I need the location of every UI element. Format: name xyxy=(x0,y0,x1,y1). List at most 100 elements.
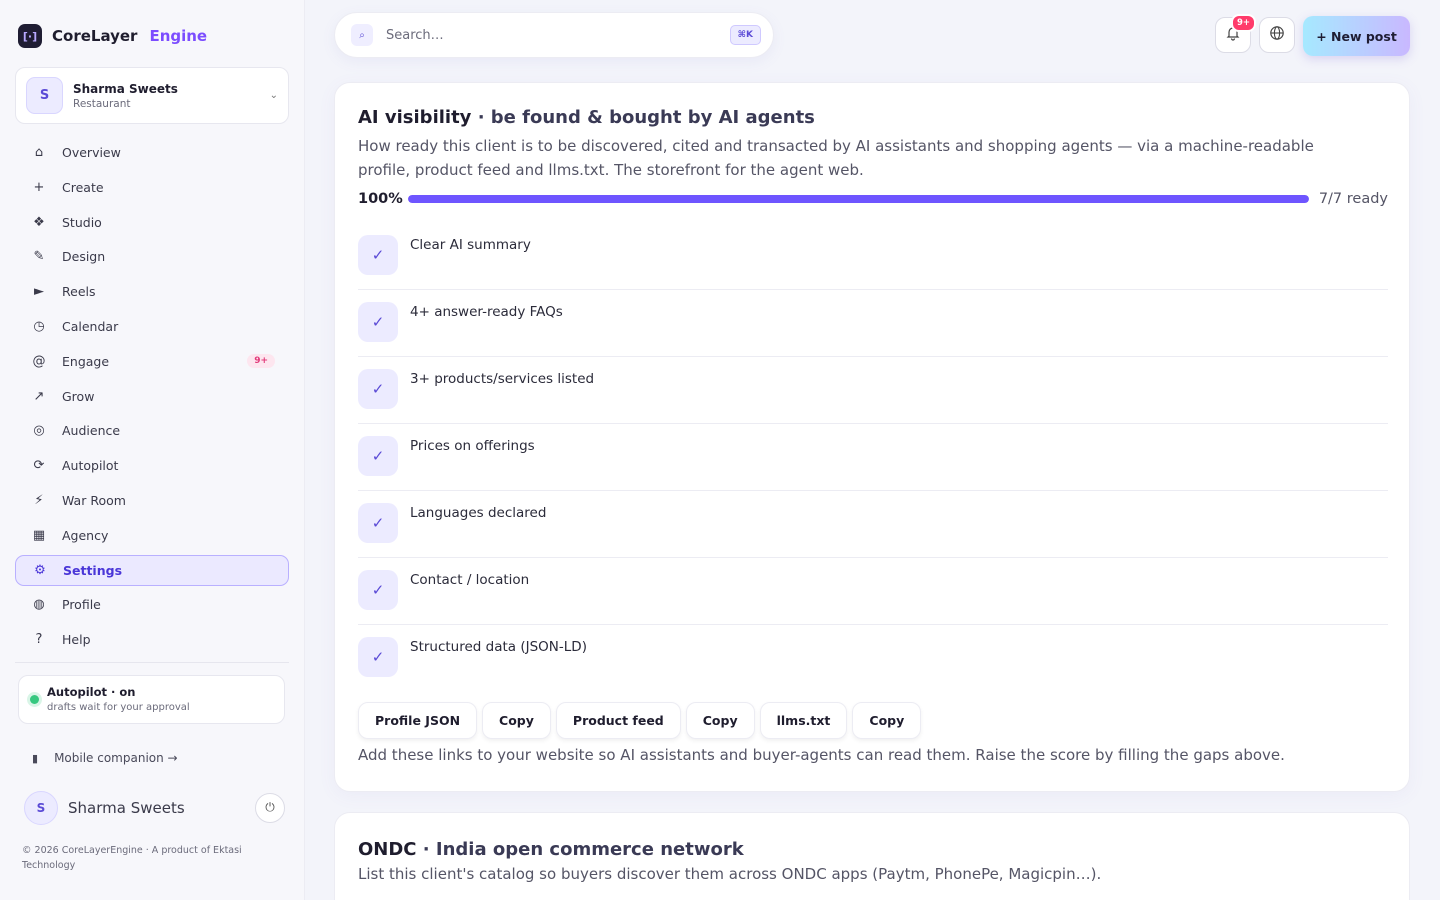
checklist-label: Prices on offerings xyxy=(410,438,535,454)
readiness-progress: 100% 7/7 ready xyxy=(358,189,1388,209)
check-icon: ✓ xyxy=(358,570,398,610)
home-icon: ⌂ xyxy=(34,145,44,160)
refresh-icon: ⟳ xyxy=(33,458,45,474)
copy-profile-json-button[interactable]: Copy xyxy=(482,702,551,739)
sidebar: [·] CoreLayer Engine S Sharma Sweets Res… xyxy=(0,0,305,900)
list-item: ✓ 4+ answer-ready FAQs xyxy=(358,290,1388,357)
sidebar-item-label: Calendar xyxy=(62,318,119,334)
gear-icon: ⚙ xyxy=(34,562,46,578)
check-icon: ✓ xyxy=(358,302,398,342)
sidebar-item-create[interactable]: + Create xyxy=(15,172,289,203)
ondc-title-sub: · India open commerce network xyxy=(416,839,744,860)
autopilot-status[interactable]: Autopilot · on drafts wait for your appr… xyxy=(18,675,285,724)
search-shortcut: ⌘K xyxy=(729,25,761,45)
search-icon: ⌕ xyxy=(351,24,373,46)
sidebar-item-label: Create xyxy=(62,179,104,195)
card-title: AI visibility · be found & bought by AI … xyxy=(358,107,815,128)
feed-links: Profile JSON Copy Product feed Copy llms… xyxy=(358,702,922,739)
sidebar-item-profile[interactable]: ◍ Profile xyxy=(15,589,289,620)
list-item: ✓ Contact / location xyxy=(358,558,1388,625)
avatar[interactable]: S xyxy=(24,790,58,825)
sidebar-item-autopilot[interactable]: ⟳ Autopilot xyxy=(15,450,289,481)
search-input[interactable]: Search… xyxy=(386,28,730,43)
sidebar-item-design[interactable]: ✎ Design xyxy=(15,241,289,272)
power-icon: ⏻ xyxy=(265,800,275,814)
ready-count: 7/7 ready xyxy=(1318,191,1388,207)
search-bar[interactable]: ⌕ Search… ⌘K xyxy=(334,12,774,58)
new-post-button[interactable]: + New post xyxy=(1303,16,1410,56)
ondc-title: ONDC · India open commerce network xyxy=(358,839,744,860)
engage-count-badge: 9+ xyxy=(247,353,275,368)
checklist-label: 4+ answer-ready FAQs xyxy=(410,304,563,320)
chevron-down-icon: ⌄ xyxy=(269,90,278,101)
progress-percent: 100% xyxy=(358,191,403,207)
notification-count-badge: 9+ xyxy=(1230,14,1256,32)
user-row: S Sharma Sweets ⏻ xyxy=(24,790,285,825)
sidebar-item-label: Help xyxy=(62,632,91,648)
help-note: Add these links to your website so AI as… xyxy=(358,746,1285,764)
list-item: ✓ Languages declared xyxy=(358,491,1388,558)
card-title-main: AI visibility xyxy=(358,107,472,128)
sidebar-item-settings[interactable]: ⚙ Settings xyxy=(15,554,289,586)
llms-txt-button[interactable]: llms.txt xyxy=(759,702,848,739)
sidebar-item-label: Audience xyxy=(62,423,121,439)
sidebar-item-war-room[interactable]: ⚡ War Room xyxy=(15,485,289,516)
sidebar-item-reels[interactable]: ► Reels xyxy=(15,276,289,307)
list-item: ✓ 3+ products/services listed xyxy=(358,357,1388,424)
target-icon: ◎ xyxy=(33,423,45,439)
account-switcher[interactable]: S Sharma Sweets Restaurant ⌄ xyxy=(15,67,289,124)
list-item: ✓ Structured data (JSON-LD) xyxy=(358,625,1388,692)
sidebar-item-label: Grow xyxy=(62,388,95,404)
checklist-label: Languages declared xyxy=(410,505,547,521)
logout-button[interactable]: ⏻ xyxy=(255,792,285,823)
studio-icon: ❖ xyxy=(33,214,45,230)
copy-llms-txt-button[interactable]: Copy xyxy=(852,702,922,739)
sidebar-item-label: Agency xyxy=(62,527,109,543)
phone-icon: ▮ xyxy=(32,751,39,765)
check-icon: ✓ xyxy=(358,235,398,275)
lightning-icon: ⚡ xyxy=(34,492,44,508)
globe-profile-icon: ◍ xyxy=(33,597,45,613)
sidebar-nav: ⌂ Overview + Create ❖ Studio ✎ Design ► Reels… xyxy=(15,137,289,659)
footer-copyright: © 2026 CoreLayerEngine · A product of Ek… xyxy=(22,845,242,871)
help-icon: ? xyxy=(35,632,43,648)
globe-icon xyxy=(1269,25,1285,45)
readiness-checklist: ✓ Clear AI summary ✓ 4+ answer-ready FAQs … xyxy=(358,223,1388,692)
autopilot-title: Autopilot · on xyxy=(47,685,136,699)
sidebar-divider xyxy=(15,662,289,663)
sidebar-item-studio[interactable]: ❖ Studio xyxy=(15,207,289,238)
sidebar-item-label: Settings xyxy=(63,562,123,578)
sidebar-item-grow[interactable]: ↗ Grow xyxy=(15,381,289,412)
sidebar-item-calendar[interactable]: ◷ Calendar xyxy=(15,311,289,342)
sidebar-item-engage[interactable]: @ Engage 9+ xyxy=(15,346,289,377)
progress-fill xyxy=(408,195,1309,203)
mobile-companion-link[interactable]: ▮ Mobile companion → xyxy=(32,751,178,765)
card-title-sub: · be found & bought by AI agents xyxy=(471,107,815,128)
list-item: ✓ Clear AI summary xyxy=(358,223,1388,290)
sidebar-item-agency[interactable]: ▦ Agency xyxy=(15,520,289,551)
account-text: Sharma Sweets Restaurant xyxy=(73,82,270,110)
user-name: Sharma Sweets xyxy=(68,798,185,817)
product-feed-button[interactable]: Product feed xyxy=(555,702,681,739)
autopilot-subtitle: drafts wait for your approval xyxy=(47,702,190,713)
copy-product-feed-button[interactable]: Copy xyxy=(685,702,755,739)
profile-json-button[interactable]: Profile JSON xyxy=(358,702,478,739)
check-icon: ✓ xyxy=(358,369,398,409)
check-icon: ✓ xyxy=(358,436,398,476)
account-type: Restaurant xyxy=(73,97,131,110)
sidebar-item-label: Reels xyxy=(62,284,96,300)
sidebar-item-label: Design xyxy=(62,249,106,265)
card-description: How ready this client is to be discovere… xyxy=(358,137,1314,179)
sidebar-item-label: War Room xyxy=(62,492,126,508)
language-button[interactable] xyxy=(1259,17,1295,53)
sidebar-item-help[interactable]: ? Help xyxy=(15,624,289,655)
sidebar-item-audience[interactable]: ◎ Audience xyxy=(15,415,289,446)
status-dot-icon xyxy=(30,695,39,704)
at-icon: @ xyxy=(32,353,46,369)
sidebar-item-label: Autopilot xyxy=(62,458,119,474)
grid-icon: ▦ xyxy=(32,527,46,543)
sidebar-item-overview[interactable]: ⌂ Overview xyxy=(15,137,289,168)
notifications-button[interactable]: 9+ xyxy=(1215,14,1256,53)
brand[interactable]: [·] CoreLayer Engine xyxy=(18,24,207,48)
brand-logo-icon: [·] xyxy=(18,24,42,48)
